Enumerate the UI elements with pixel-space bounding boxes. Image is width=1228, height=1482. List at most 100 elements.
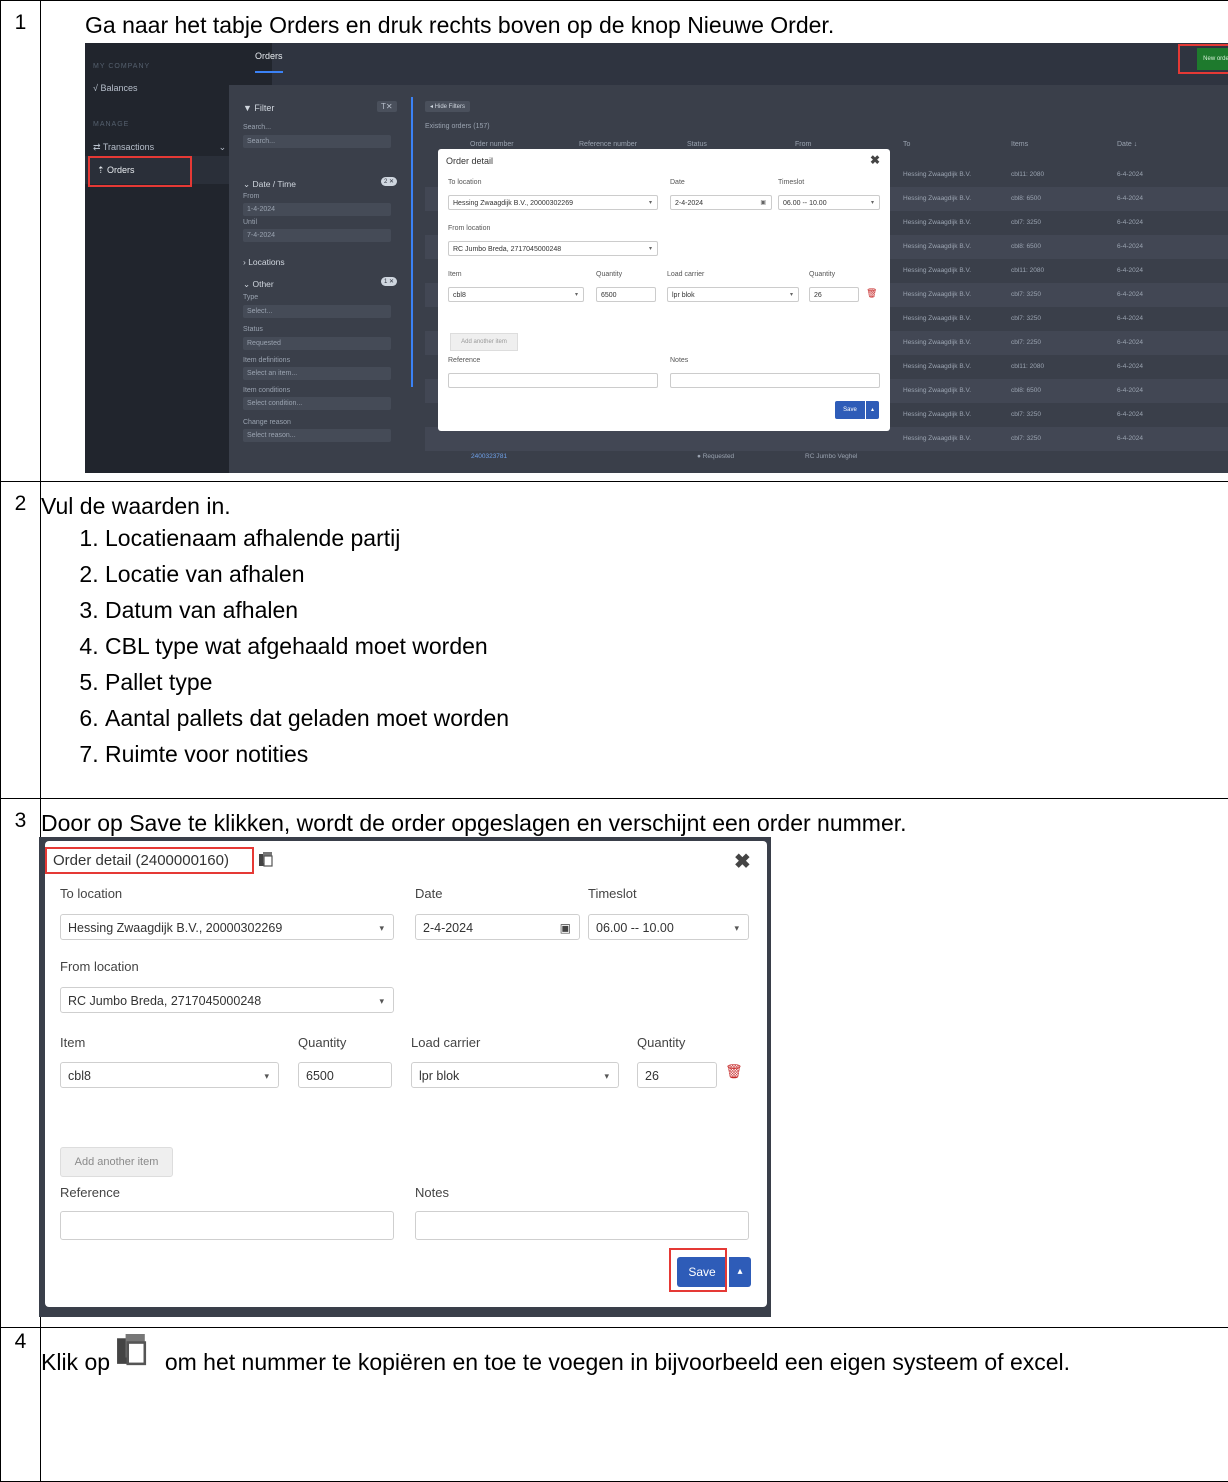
calendar-icon[interactable]: ▣ — [760, 196, 766, 211]
caret-icon: ▾ — [649, 242, 652, 257]
caret-icon: ▾ — [379, 915, 384, 941]
until-date-input[interactable]: 7-4-2024 — [243, 229, 391, 242]
add-another-item-button[interactable]: Add another item — [60, 1147, 173, 1177]
highlight-new-order — [1178, 44, 1228, 74]
col-date[interactable]: Date ↓ — [1117, 141, 1137, 148]
change-reason-select[interactable]: Select reason... — [243, 429, 391, 442]
notes-label: Notes — [670, 357, 688, 364]
copy-icon[interactable] — [259, 852, 273, 867]
date-cell: 6-4-2024 — [1117, 315, 1143, 322]
items-cell: cbl11: 2080 — [1011, 171, 1044, 178]
items-cell: cbl7: 3250 — [1011, 435, 1041, 442]
order-number-link[interactable]: 2400323781 — [471, 453, 507, 460]
clear-filter-button[interactable]: T✕ — [377, 101, 397, 112]
filter-panel: ▼ Filter T✕ Search... Search... ⌄ Date /… — [235, 91, 405, 471]
sidebar-item-balances[interactable]: √ Balances — [93, 83, 137, 93]
load-carrier-select[interactable]: lpr blok▾ — [411, 1062, 619, 1088]
list-item: Locatie van afhalen — [105, 556, 1228, 592]
from-location-select[interactable]: RC Jumbo Breda, 2717045000248▾ — [448, 241, 658, 256]
orders-screenshot: MY COMPANY √ Balances MANAGE ⇄ Transacti… — [85, 43, 1228, 473]
step-number: 4 — [1, 1328, 40, 1354]
col-order-number[interactable]: Order number — [470, 141, 514, 148]
to-location-select[interactable]: Hessing Zwaagdijk B.V., 20000302269▾ — [60, 914, 394, 940]
table-row[interactable]: 2400323781 ● Requested RC Jumbo Veghel — [425, 445, 1228, 469]
col-from[interactable]: From — [795, 141, 811, 148]
load-carrier-select[interactable]: lpr blok▾ — [667, 287, 799, 302]
search-label: Search... — [243, 124, 271, 131]
trash-icon[interactable]: 🗑 — [725, 1063, 743, 1080]
quantity-input[interactable]: 6500 — [596, 287, 656, 302]
quantity2-input[interactable]: 26 — [809, 287, 859, 302]
caret-icon: ▾ — [604, 1063, 609, 1089]
date-input[interactable]: 2-4-2024▣ — [670, 195, 772, 210]
sidebar-section-manage: MANAGE — [93, 121, 129, 128]
date-cell: 6-4-2024 — [1117, 435, 1143, 442]
from-date-input[interactable]: 1-4-2024 — [243, 203, 391, 216]
type-select[interactable]: Select... — [243, 305, 391, 318]
caret-icon: ▾ — [379, 988, 384, 1014]
date-cell: 6-4-2024 — [1117, 171, 1143, 178]
add-another-item-button[interactable]: Add another item — [450, 333, 518, 351]
save-button[interactable]: Save — [835, 401, 865, 419]
until-label: Until — [243, 219, 257, 226]
col-to[interactable]: To — [903, 141, 910, 148]
search-input[interactable]: Search... — [243, 135, 391, 148]
list-item: Ruimte voor notities — [105, 736, 1228, 772]
locations-group[interactable]: › Locations — [243, 257, 285, 267]
col-items[interactable]: Items — [1011, 141, 1028, 148]
sidebar-item-transactions[interactable]: ⇄ Transactions ⌄ — [93, 142, 226, 153]
step-number: 3 — [1, 799, 40, 833]
quantity-input[interactable]: 6500 — [298, 1062, 392, 1088]
item-cond-label: Item conditions — [243, 387, 290, 394]
trash-icon[interactable]: 🗑 — [866, 288, 877, 299]
chevron-down-icon: ⌄ — [219, 142, 227, 152]
to-cell: Hessing Zwaagdijk B.V. — [903, 387, 971, 394]
save-options-button[interactable]: ▴ — [729, 1257, 751, 1287]
items-cell: cbl11: 2080 — [1011, 267, 1044, 274]
close-icon[interactable]: ✖ — [870, 153, 880, 167]
tab-orders[interactable]: Orders — [255, 51, 283, 73]
type-label: Type — [243, 294, 258, 301]
filter-title: ▼ Filter — [243, 103, 274, 113]
to-cell: Hessing Zwaagdijk B.V. — [903, 363, 971, 370]
datetime-badge[interactable]: 2 ✕ — [381, 177, 397, 186]
item-cond-select[interactable]: Select condition... — [243, 397, 391, 410]
reference-label: Reference — [448, 357, 480, 364]
item-def-select[interactable]: Select an item... — [243, 367, 391, 380]
reference-input[interactable] — [448, 373, 658, 388]
highlight-orders — [88, 156, 192, 187]
other-group[interactable]: ⌄ Other — [243, 279, 274, 290]
caret-icon: ▾ — [264, 1063, 269, 1089]
quantity2-label: Quantity — [637, 1035, 685, 1050]
from-location-select[interactable]: RC Jumbo Breda, 2717045000248▾ — [60, 987, 394, 1013]
caret-icon: ▾ — [871, 196, 874, 211]
quantity-label: Quantity — [596, 271, 622, 278]
sidebar-section-company: MY COMPANY — [93, 63, 150, 70]
other-badge[interactable]: 1 ✕ — [381, 277, 397, 286]
filter-divider — [411, 97, 413, 387]
notes-input[interactable] — [415, 1211, 749, 1240]
timeslot-select[interactable]: 06.00 -- 10.00▾ — [588, 914, 749, 940]
notes-input[interactable] — [670, 373, 880, 388]
reference-label: Reference — [60, 1185, 120, 1200]
quantity2-input[interactable]: 26 — [637, 1062, 717, 1088]
timeslot-select[interactable]: 06.00 -- 10.00▾ — [778, 195, 880, 210]
hide-filters-button[interactable]: ◂ Hide Filters — [425, 101, 470, 112]
quantity2-label: Quantity — [809, 271, 835, 278]
status-select[interactable]: Requested — [243, 337, 391, 350]
items-cell: cbl8: 6500 — [1011, 243, 1041, 250]
date-cell: 6-4-2024 — [1117, 411, 1143, 418]
col-reference[interactable]: Reference number — [579, 141, 637, 148]
date-cell: 6-4-2024 — [1117, 195, 1143, 202]
save-options-button[interactable]: ▴ — [866, 401, 879, 419]
close-icon[interactable]: ✖ — [734, 849, 751, 874]
from-location-label: From location — [60, 959, 139, 974]
item-select[interactable]: cbl8▾ — [448, 287, 584, 302]
datetime-group[interactable]: ⌄ Date / Time — [243, 179, 296, 190]
to-location-select[interactable]: Hessing Zwaagdijk B.V., 20000302269▾ — [448, 195, 658, 210]
date-input[interactable]: 2-4-2024▣ — [415, 914, 580, 940]
col-status[interactable]: Status — [687, 141, 707, 148]
item-select[interactable]: cbl8▾ — [60, 1062, 279, 1088]
reference-input[interactable] — [60, 1211, 394, 1240]
calendar-icon[interactable]: ▣ — [560, 915, 571, 941]
